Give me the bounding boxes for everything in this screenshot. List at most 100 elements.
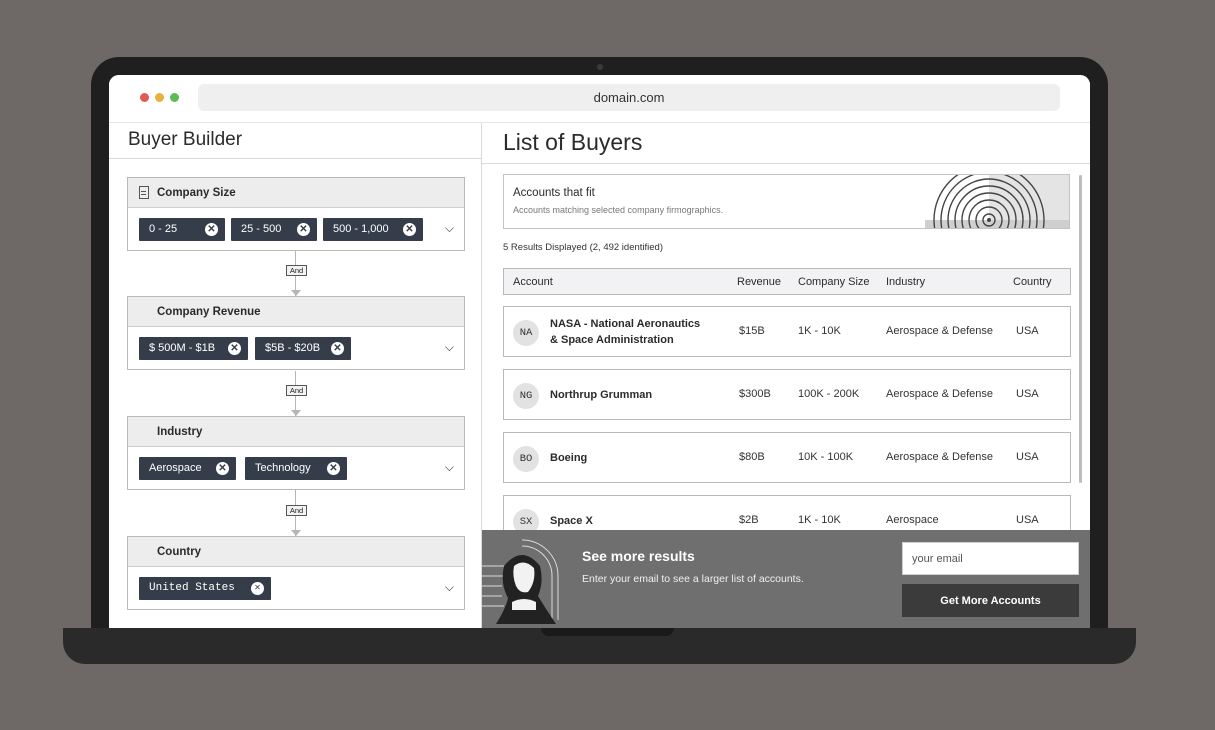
chip-label: 0 - 25 (149, 223, 178, 235)
filter-header: Company Size (128, 178, 464, 208)
chip-label: $5B - $20B (265, 342, 321, 354)
remove-chip-icon[interactable]: ✕ (327, 462, 340, 475)
chevron-down-icon[interactable]: ⌵ (445, 340, 454, 355)
filter-industry: Industry Aerospace ✕ Technology ✕ ⌵ (127, 416, 465, 490)
target-icon (925, 175, 1069, 228)
filter-chip: 500 - 1,000 ✕ (323, 218, 423, 241)
filter-title: Country (157, 546, 202, 558)
revenue-cell: $2B (739, 514, 759, 526)
and-operator[interactable]: And (286, 385, 307, 396)
chip-label: United States (149, 582, 235, 594)
column-account[interactable]: Account (513, 276, 553, 288)
industry-cell: Aerospace & Defense (886, 451, 994, 463)
filter-company-revenue: Company Revenue $ 500M - $1B ✕ $5B - $20… (127, 296, 465, 370)
revenue-cell: $300B (739, 388, 771, 400)
remove-chip-icon[interactable]: ✕ (228, 342, 241, 355)
remove-chip-icon[interactable]: ✕ (297, 223, 310, 236)
filter-title: Company Size (157, 187, 236, 199)
browser-toolbar: domain.com (109, 75, 1090, 123)
chevron-down-icon[interactable]: ⌵ (445, 460, 454, 475)
revenue-cell: $15B (739, 325, 765, 337)
size-cell: 1K - 10K (798, 325, 841, 337)
and-operator[interactable]: And (286, 505, 307, 516)
building-icon (139, 186, 149, 199)
laptop-base-notch (541, 628, 674, 636)
maximize-window-button[interactable] (170, 93, 179, 102)
get-more-accounts-button[interactable]: Get More Accounts (902, 584, 1079, 617)
country-cell: USA (1016, 514, 1039, 526)
address-bar[interactable]: domain.com (198, 84, 1060, 111)
table-row[interactable]: BO Boeing $80B 10K - 100K Aerospace & De… (503, 432, 1071, 483)
minimize-window-button[interactable] (155, 93, 164, 102)
chip-label: Aerospace (149, 462, 202, 474)
size-cell: 100K - 200K (798, 388, 860, 400)
filter-chip: Technology ✕ (245, 457, 347, 480)
page-title: Buyer Builder (128, 129, 243, 150)
chip-label: 500 - 1,000 (333, 223, 389, 235)
filter-header: Country (128, 537, 464, 567)
column-country[interactable]: Country (1013, 276, 1052, 288)
remove-chip-icon[interactable]: ✕ (331, 342, 344, 355)
fit-card-title: Accounts that fit (513, 187, 595, 199)
column-company-size[interactable]: Company Size (798, 276, 870, 288)
filter-chip: $ 500M - $1B ✕ (139, 337, 248, 360)
remove-chip-icon[interactable]: ✕ (216, 462, 229, 475)
divider (482, 163, 1090, 164)
revenue-cell: $80B (739, 451, 765, 463)
remove-chip-icon[interactable]: ✕ (403, 223, 416, 236)
filter-chip: 0 - 25 ✕ (139, 218, 225, 241)
buyer-builder-panel: Buyer Builder Company Size 0 - 25 ✕ 25 -… (109, 123, 482, 628)
country-cell: USA (1016, 388, 1039, 400)
email-field[interactable] (902, 542, 1079, 575)
accounts-fit-card: Accounts that fit Accounts matching sele… (503, 174, 1070, 229)
scrollbar[interactable] (1079, 175, 1082, 483)
filter-chip: $5B - $20B ✕ (255, 337, 351, 360)
filter-title: Industry (157, 426, 203, 438)
account-name: NASA - National Aeronautics & Space Admi… (550, 316, 700, 348)
list-title: List of Buyers (503, 129, 643, 155)
filter-chips: $ 500M - $1B ✕ $5B - $20B ✕ ⌵ (128, 327, 464, 369)
account-name-line: NASA - National Aeronautics (550, 318, 701, 330)
chip-label: Technology (255, 462, 311, 474)
account-name-line: & Space Administration (550, 334, 674, 346)
close-window-button[interactable] (140, 93, 149, 102)
column-industry[interactable]: Industry (886, 276, 925, 288)
webcam (597, 64, 603, 70)
avatar: BO (513, 446, 539, 472)
industry-cell: Aerospace & Defense (886, 325, 994, 337)
column-revenue[interactable]: Revenue (737, 276, 781, 288)
chip-label: 25 - 500 (241, 223, 282, 235)
industry-cell: Aerospace (886, 514, 939, 526)
size-cell: 10K - 100K (798, 451, 854, 463)
filter-company-size: Company Size 0 - 25 ✕ 25 - 500 ✕ 500 - 1… (127, 177, 465, 251)
and-operator[interactable]: And (286, 265, 307, 276)
person-illustration-icon (482, 539, 559, 624)
filter-header: Industry (128, 417, 464, 447)
chevron-down-icon[interactable]: ⌵ (445, 221, 454, 236)
remove-chip-icon[interactable]: ✕ (205, 223, 218, 236)
account-name: Boeing (550, 452, 588, 464)
account-name: Space X (550, 515, 593, 527)
avatar: NA (513, 320, 539, 346)
see-more-banner: See more results Enter your email to see… (482, 530, 1090, 628)
remove-chip-icon[interactable]: ✕ (251, 582, 264, 595)
filter-title: Company Revenue (157, 306, 261, 318)
table-row[interactable]: NA NASA - National Aeronautics & Space A… (503, 306, 1071, 357)
size-cell: 1K - 10K (798, 514, 841, 526)
chevron-down-icon[interactable]: ⌵ (445, 580, 454, 595)
avatar: NG (513, 383, 539, 409)
filter-header: Company Revenue (128, 297, 464, 327)
country-cell: USA (1016, 325, 1039, 337)
filter-chips: Aerospace ✕ Technology ✕ ⌵ (128, 447, 464, 489)
filter-country: Country United States ✕ ⌵ (127, 536, 465, 610)
filter-chips: United States ✕ ⌵ (128, 567, 464, 609)
industry-cell: Aerospace & Defense (886, 388, 994, 400)
table-row[interactable]: NG Northrup Grumman $300B 100K - 200K Ae… (503, 369, 1071, 420)
filter-chips: 0 - 25 ✕ 25 - 500 ✕ 500 - 1,000 ✕ ⌵ (128, 208, 464, 250)
country-cell: USA (1016, 451, 1039, 463)
results-count: 5 Results Displayed (2, 492 identified) (503, 242, 664, 253)
filter-chip: 25 - 500 ✕ (231, 218, 317, 241)
filter-chip: Aerospace ✕ (139, 457, 236, 480)
table-header: Account Revenue Company Size Industry Co… (503, 268, 1071, 295)
account-name: Northrup Grumman (550, 389, 653, 401)
